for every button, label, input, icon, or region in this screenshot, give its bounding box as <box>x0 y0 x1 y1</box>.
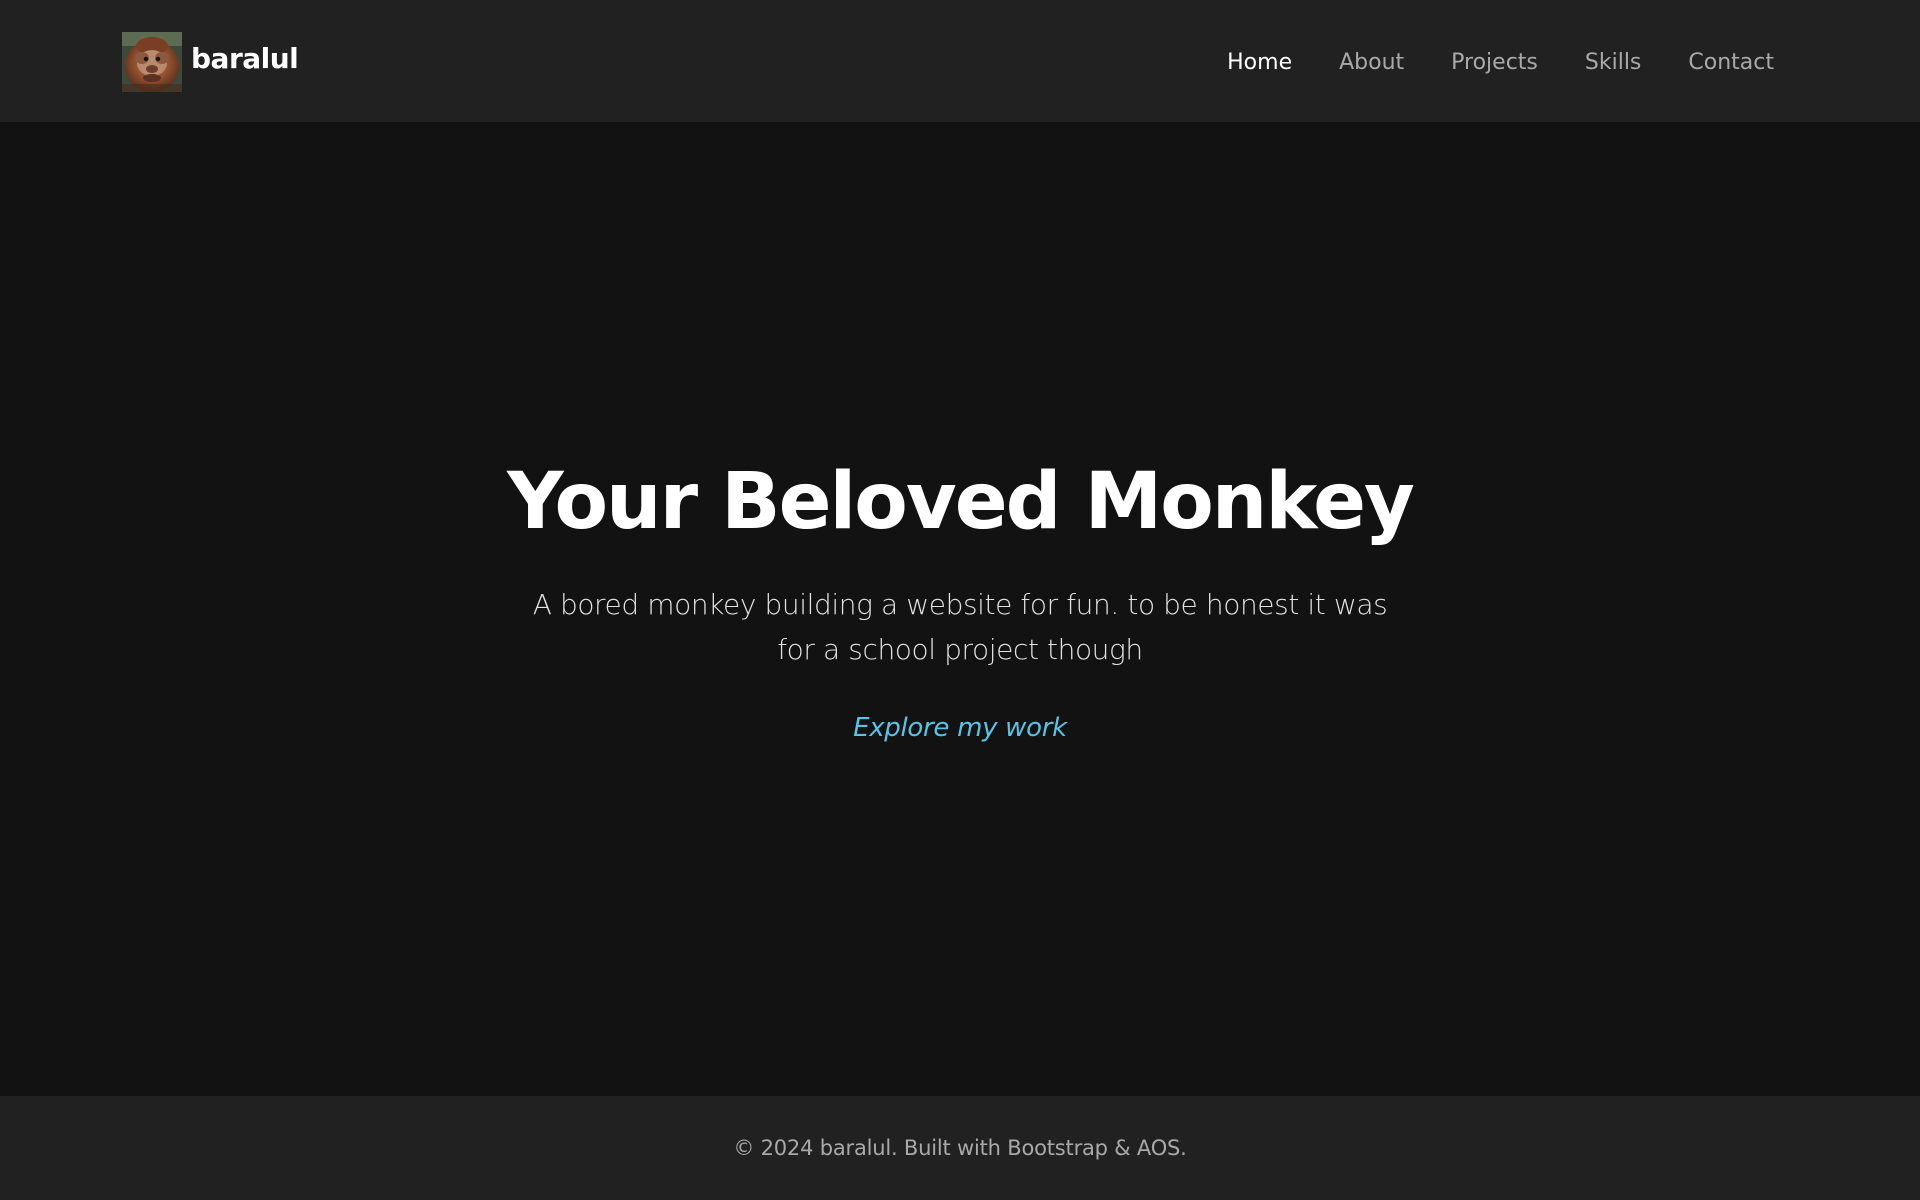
nav-link-skills[interactable]: Skills <box>1585 2 1642 124</box>
hero-section: Your Beloved Monkey A bored monkey build… <box>0 122 1920 1096</box>
footer-copyright: © 2024 baralul. Built with Bootstrap & A… <box>733 1136 1187 1160</box>
nav-link-projects[interactable]: Projects <box>1451 2 1538 124</box>
nav-link-contact[interactable]: Contact <box>1688 2 1774 124</box>
brand-link[interactable]: baralul <box>122 32 299 92</box>
nav-link-home[interactable]: Home <box>1227 2 1292 124</box>
navbar: baralul Home About Projects Skills Conta… <box>0 0 1920 122</box>
brand-name: baralul <box>191 42 299 75</box>
hero-cta-wrapper: Explore my work <box>0 708 1920 751</box>
monkey-avatar-icon <box>122 32 182 92</box>
hero-title: Your Beloved Monkey <box>507 457 1415 547</box>
hero-subtitle: A bored monkey building a website for fu… <box>532 588 1388 666</box>
nav-links: Home About Projects Skills Contact <box>1180 0 1774 122</box>
nav-link-about[interactable]: About <box>1339 2 1404 124</box>
footer: © 2024 baralul. Built with Bootstrap & A… <box>0 1096 1920 1200</box>
explore-work-link[interactable]: Explore my work <box>853 713 1067 743</box>
